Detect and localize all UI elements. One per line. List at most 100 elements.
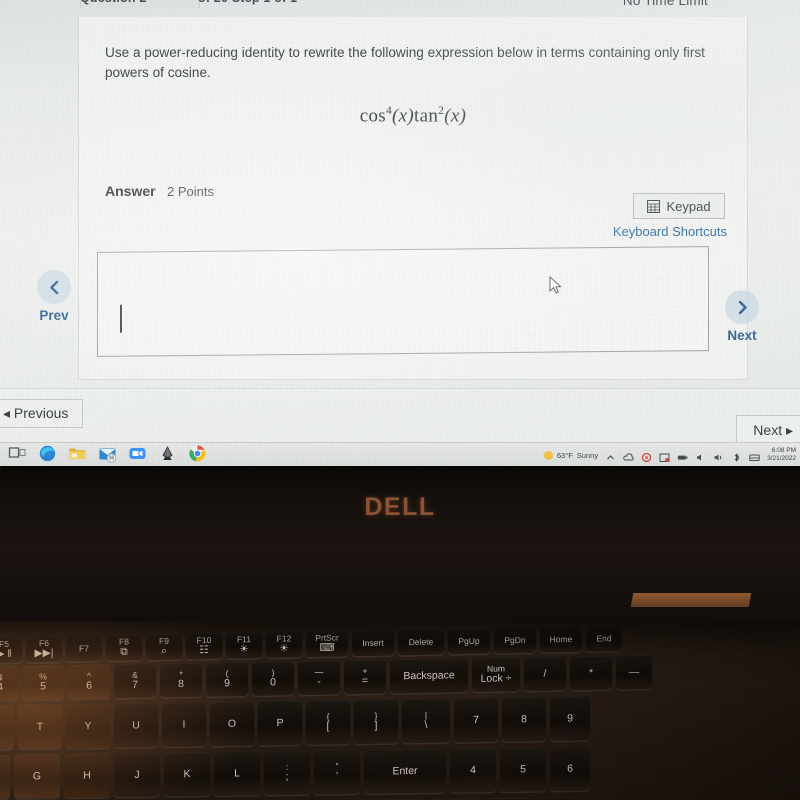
key-[interactable]: PrtScr ⌨ [306, 630, 348, 658]
key-[interactable]: — - [298, 660, 340, 696]
page-previous-button[interactable]: ◂ Previous [0, 399, 84, 428]
speaker-icon[interactable] [713, 450, 724, 461]
key-p[interactable]: P [258, 700, 302, 746]
key-9[interactable]: 9 [550, 696, 590, 741]
key-home[interactable]: Home [540, 625, 582, 653]
key-legend-main: G [32, 770, 42, 783]
mouse-cursor [549, 275, 562, 300]
chevron-up-icon[interactable] [605, 450, 616, 461]
key-[interactable]: F10 ☷ [186, 632, 222, 660]
key-legend-top: Insert [362, 637, 384, 648]
key-end[interactable]: End [586, 625, 622, 652]
key-7[interactable]: 7 [454, 697, 498, 743]
next-nav-circle[interactable] [725, 290, 759, 324]
key-backspace[interactable]: Backspace [390, 658, 468, 694]
key-[interactable]: ”’ [314, 749, 360, 795]
key-5[interactable]: % 5 [22, 665, 64, 700]
onedrive-icon[interactable] [623, 450, 634, 461]
antivirus-icon[interactable] [641, 450, 652, 462]
key-[interactable]: — [616, 654, 652, 690]
key-[interactable]: }] [354, 699, 398, 744]
key-legend-top: % [39, 670, 47, 682]
keypad-button[interactable]: Keypad [633, 193, 725, 219]
volume-mute-icon[interactable] [695, 450, 706, 461]
key-[interactable]: F8 ⧉ [106, 634, 142, 661]
task-view-icon[interactable] [8, 444, 27, 463]
key-5[interactable]: 5 [500, 747, 546, 792]
key-f7[interactable]: F7 [66, 635, 102, 662]
key-j[interactable]: J [114, 752, 160, 798]
key-6[interactable]: 6 [550, 746, 590, 792]
key-legend-top: + [362, 665, 368, 676]
key-y[interactable]: Y [66, 703, 110, 749]
key-lock[interactable]: Num Lock ÷ [472, 657, 520, 693]
key-r[interactable]: R [0, 705, 14, 750]
key-legend-main: 9 [224, 677, 230, 690]
key-[interactable]: / [524, 656, 566, 692]
key-k[interactable]: K [164, 751, 210, 797]
keyboard-shortcuts-link[interactable]: Keyboard Shortcuts [613, 224, 727, 239]
key-9[interactable]: (9 [206, 661, 248, 697]
clock[interactable]: 6:08 PM 3/21/2022 [767, 447, 796, 463]
microsoft-edge-icon[interactable] [38, 444, 57, 463]
key-legend-top: ^ [87, 670, 91, 681]
key-i[interactable]: I [162, 702, 206, 747]
weather-widget[interactable]: 63°F Sunny [543, 450, 598, 460]
key-legend-top: PgDn [504, 634, 526, 645]
key-t[interactable]: T [18, 704, 62, 750]
keyboard-row-qwerty: RTYUIOP{[}]|\789 [0, 693, 800, 750]
question-number: Question 2 [80, 0, 147, 5]
key-f[interactable]: F [0, 754, 10, 800]
key-delete[interactable]: Delete [398, 628, 444, 656]
key-h[interactable]: H [64, 753, 110, 798]
key-legend-top: * [179, 668, 183, 679]
key-g[interactable]: G [14, 753, 60, 799]
battery-icon[interactable] [677, 450, 688, 461]
key-enter[interactable]: Enter [364, 748, 446, 794]
key-0[interactable]: ) 0 [252, 661, 294, 696]
svg-text:96: 96 [109, 456, 115, 462]
file-explorer-icon[interactable] [68, 444, 87, 463]
answer-input[interactable] [97, 246, 709, 357]
key-[interactable]: F12 ☀ [266, 631, 302, 658]
key-pgdn[interactable]: PgDn [494, 626, 536, 654]
key-[interactable]: F9 ⌕ [146, 633, 182, 661]
key-4[interactable]: 4 [450, 747, 496, 793]
key-legend-main: — [628, 666, 640, 679]
key-7[interactable]: & 7 [114, 663, 156, 699]
key-o[interactable]: O [210, 701, 254, 747]
key-[interactable]: F6 ▶▶| [26, 635, 62, 663]
key-legend-main: 5 [40, 680, 46, 693]
key-[interactable]: F11 ☀ [226, 631, 262, 659]
inkscape-icon[interactable] [158, 444, 177, 463]
mail-icon[interactable]: 96 [98, 444, 117, 463]
photos-icon[interactable] [659, 450, 670, 462]
key-8[interactable]: * 8 [160, 662, 202, 698]
key-[interactable]: * [570, 655, 612, 691]
key-legend-top: Num [487, 662, 505, 674]
key-u[interactable]: U [114, 703, 158, 748]
next-nav[interactable]: Next [718, 290, 766, 343]
bluetooth-icon[interactable] [731, 450, 742, 462]
key-[interactable]: | \ [402, 698, 450, 744]
key-[interactable]: + = [344, 659, 386, 695]
question-prompt: Use a power-reducing identity to rewrite… [105, 45, 705, 81]
key-legend-main: 5 [520, 763, 526, 776]
key-pgup[interactable]: PgUp [448, 627, 490, 655]
google-chrome-icon[interactable] [188, 444, 207, 463]
key-insert[interactable]: Insert [352, 629, 394, 657]
prev-nav[interactable]: Prev [30, 270, 78, 323]
key-legend-top: : [285, 761, 289, 772]
key-l[interactable]: L [214, 751, 260, 796]
network-icon[interactable] [749, 450, 760, 461]
key-4[interactable]: $4 [0, 665, 18, 701]
key-[interactable]: {[ [306, 700, 350, 745]
key-[interactable]: F5 ▶ ‖ [0, 636, 22, 664]
question-card: Use a power-reducing identity to rewrite… [78, 17, 748, 380]
key-legend-main: 4 [0, 681, 3, 694]
zoom-icon[interactable] [128, 444, 147, 463]
prev-nav-circle[interactable] [37, 270, 71, 304]
key-6[interactable]: ^ 6 [68, 664, 110, 700]
key-8[interactable]: 8 [502, 696, 546, 742]
key-[interactable]: :; [264, 750, 310, 796]
